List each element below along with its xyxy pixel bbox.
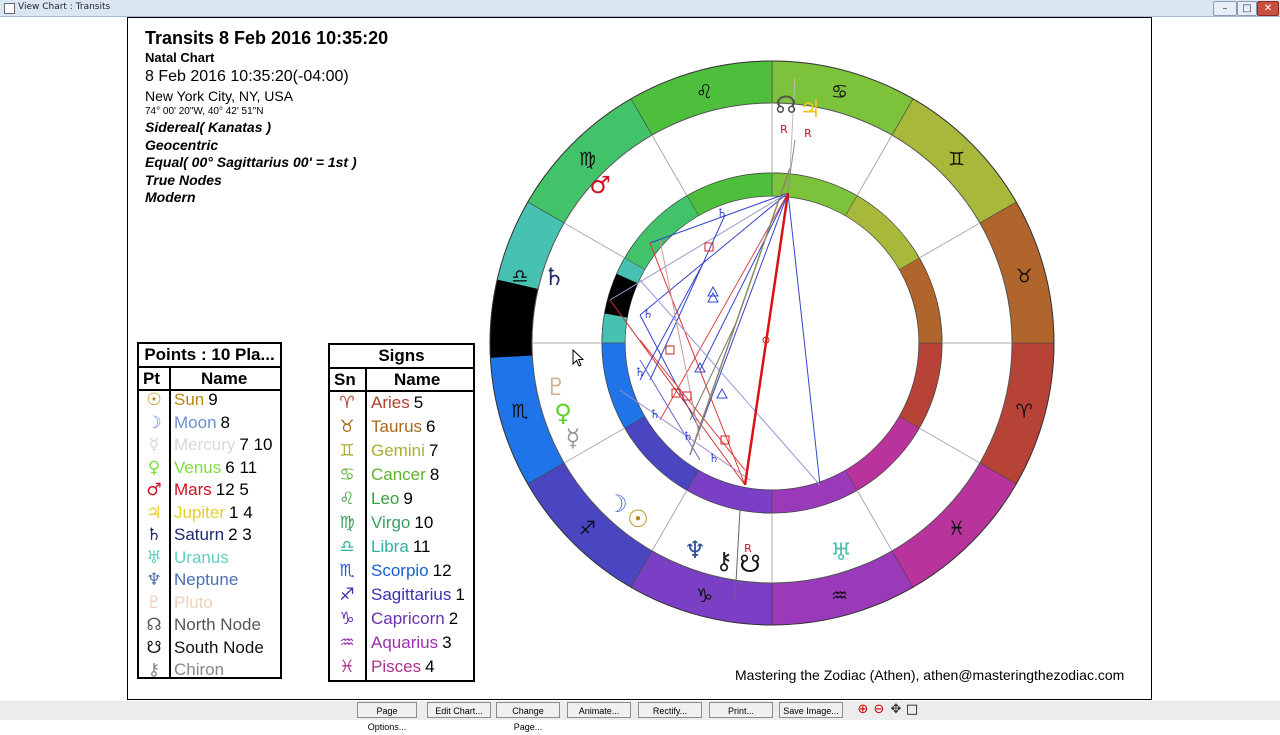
save-image-button[interactable]: Save Image... [779,702,843,718]
page-options-button[interactable]: Page Options... [357,702,417,732]
planet-glyph-icon: ☉ [627,505,649,533]
edit-chart-button[interactable]: Edit Chart... [427,702,491,718]
sign-glyph-icon: ♌ [696,81,713,103]
planet-glyph-icon: ♆ [684,536,706,564]
inner-planet-mark: ♄ [650,407,661,421]
sign-glyph-icon: ♒ [831,585,848,607]
planet-glyph-icon: ⚷ [715,547,733,575]
planet-glyph-icon: ♂ [589,171,611,199]
fit-icon[interactable]: □ [904,702,920,718]
animate-button[interactable]: Animate... [567,702,631,718]
planet-glyph-icon: ♀ [554,399,572,427]
retrograde-mark: R [744,542,752,555]
chart-wheel[interactable]: ♈♉♊♋♌♍♎♏♐♑ ♒♓☊R♃R♂♄♇♀☿☽☉♆ ⚷ ☋R ♅♄♄♄♄♄♄ [0,0,1280,720]
sign-glyph-icon: ♈ [1016,401,1033,423]
sign-glyph-icon: ♍ [579,148,596,170]
inner-planet-mark: ♄ [643,307,654,321]
sign-glyph-icon: ♊ [948,148,965,170]
cusp-marker [490,279,539,358]
sign-glyph-icon: ♉ [1016,265,1033,287]
planet-glyph-icon: ☊ [775,91,796,119]
sign-glyph-icon: ♑ [696,585,713,607]
planet-glyph-icon: ♃ [799,95,821,123]
pan-icon[interactable]: ✥ [888,702,904,718]
rectify-button[interactable]: Rectify... [638,702,702,718]
retrograde-mark: R [804,127,812,140]
planet-glyph-icon: ♅ [830,538,852,566]
planet-glyph-icon: ☽ [606,490,628,518]
credit-line: Mastering the Zodiac (Athen), athen@mast… [735,667,1125,683]
retrograde-mark: R [780,123,788,136]
planet-glyph-icon: ♄ [543,263,565,291]
inner-planet-mark: ♄ [717,206,728,220]
planet-glyph-icon: ☿ [566,424,581,452]
sign-glyph-icon: ♏ [511,401,528,423]
planet-glyph-icon: ♇ [545,373,567,401]
zoom-in-icon[interactable]: ⊕ [855,702,871,718]
inner-planet-mark: ♄ [635,365,646,379]
cursor-icon [572,349,585,367]
aspect-circle [624,195,920,491]
print-button[interactable]: Print... [709,702,773,718]
zoom-out-icon[interactable]: ⊖ [871,702,887,718]
inner-planet-mark: ♄ [709,451,720,465]
sign-glyph-icon: ♓ [948,518,965,540]
sign-glyph-icon: ♋ [831,81,848,103]
sign-glyph-icon: ♐ [579,518,596,540]
change-page-button[interactable]: Change Page... [496,702,560,732]
inner-planet-mark: ♄ [683,429,694,443]
